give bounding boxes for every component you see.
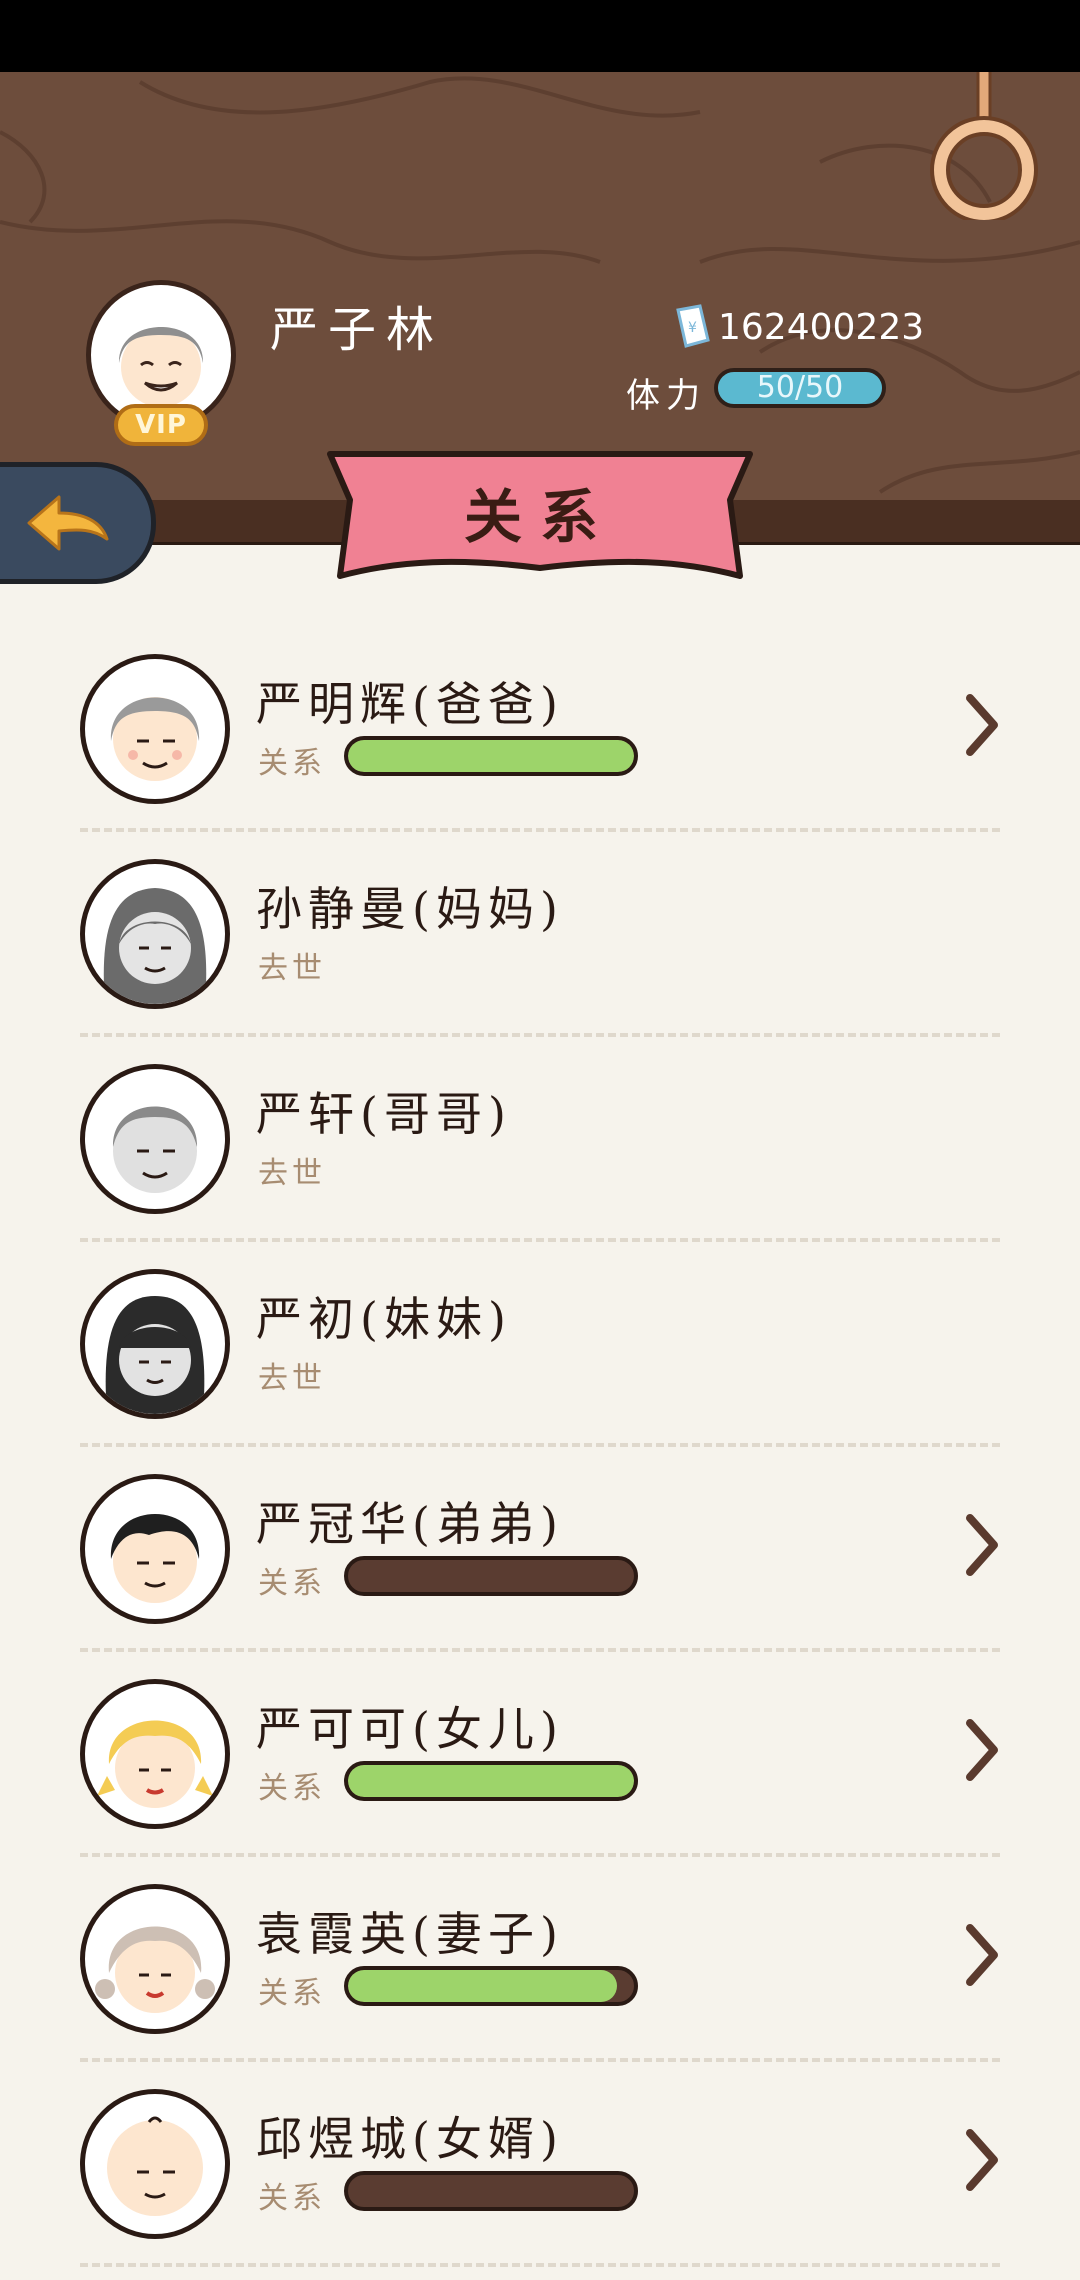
- relation-row-younger-brother[interactable]: 严冠华(弟弟) 关系: [0, 1460, 1080, 1665]
- relation-row-younger-sister: 严初(妹妹) 去世: [0, 1255, 1080, 1460]
- page-title: 关系: [463, 483, 616, 551]
- chevron-right-icon[interactable]: [960, 1510, 1004, 1580]
- relation-row-daughter[interactable]: 严可可(女儿) 关系: [0, 1665, 1080, 1870]
- relation-status-label: 关系: [258, 1976, 326, 2011]
- avatar-father: [80, 654, 230, 804]
- row-divider: [80, 2058, 1000, 2062]
- relation-name: 邱煜城(女婿): [256, 2112, 564, 2166]
- relation-status-deceased: 去世: [258, 1361, 326, 1396]
- relation-status-deceased: 去世: [258, 951, 326, 986]
- relation-status-label: 关系: [258, 2181, 326, 2216]
- relation-bar: [344, 1761, 638, 1801]
- relation-status-deceased: 去世: [258, 1156, 326, 1191]
- row-divider: [80, 2263, 1000, 2267]
- row-divider: [80, 1238, 1000, 1242]
- relation-bar-fill: [348, 1970, 617, 2002]
- relation-bar: [344, 2171, 638, 2211]
- chevron-right-icon[interactable]: [960, 1920, 1004, 1990]
- avatar-younger-sister: [80, 1269, 230, 1419]
- chevron-right-icon[interactable]: [960, 2125, 1004, 2195]
- relation-name: 孙静曼(妈妈): [256, 882, 564, 936]
- stamina-label: 体力: [626, 376, 706, 416]
- avatar-daughter: [80, 1679, 230, 1829]
- relation-row-mother: 孙静曼(妈妈) 去世: [0, 845, 1080, 1050]
- row-divider: [80, 1033, 1000, 1037]
- coin-value: 162400223: [718, 306, 925, 348]
- row-divider: [80, 1853, 1000, 1857]
- relation-bar-fill: [348, 740, 634, 772]
- status-bar: [0, 0, 1080, 72]
- relation-name: 严初(妹妹): [256, 1292, 512, 1346]
- row-divider: [80, 828, 1000, 832]
- player-name: 严子林: [270, 302, 445, 358]
- avatar-older-brother: [80, 1064, 230, 1214]
- money-note-icon: ¥: [676, 304, 710, 348]
- relation-row-older-brother: 严轩(哥哥) 去世: [0, 1050, 1080, 1255]
- row-divider: [80, 1648, 1000, 1652]
- row-divider: [80, 1443, 1000, 1447]
- chevron-right-icon[interactable]: [960, 1715, 1004, 1785]
- avatar-son-in-law: [80, 2089, 230, 2239]
- avatar-wife: [80, 1884, 230, 2034]
- relation-row-wife[interactable]: 袁霞英(妻子) 关系: [0, 1870, 1080, 2075]
- relation-bar: [344, 736, 638, 776]
- stamina-bar: 50/50: [714, 368, 886, 408]
- relation-name: 严冠华(弟弟): [256, 1497, 564, 1551]
- avatar-mother: [80, 859, 230, 1009]
- back-button[interactable]: [0, 462, 156, 584]
- relation-name: 严轩(哥哥): [256, 1087, 512, 1141]
- relation-name: 袁霞英(妻子): [256, 1907, 564, 1961]
- relation-bar-fill: [348, 1765, 634, 1797]
- ring-icon[interactable]: [930, 72, 1040, 220]
- relation-name: 严可可(女儿): [256, 1702, 564, 1756]
- chevron-right-icon[interactable]: [960, 690, 1004, 760]
- relation-status-label: 关系: [258, 746, 326, 781]
- relation-status-label: 关系: [258, 1771, 326, 1806]
- relation-row-son-in-law[interactable]: 邱煜城(女婿) 关系: [0, 2075, 1080, 2280]
- coin-counter: ¥ 162400223: [672, 302, 924, 352]
- relation-name: 严明辉(爸爸): [256, 677, 564, 731]
- relation-row-father[interactable]: 严明辉(爸爸) 关系: [0, 640, 1080, 845]
- relation-bar: [344, 1556, 638, 1596]
- svg-text:¥: ¥: [688, 320, 697, 336]
- vip-badge[interactable]: VIP: [114, 404, 208, 446]
- avatar-younger-brother: [80, 1474, 230, 1624]
- relation-bar: [344, 1966, 638, 2006]
- relation-status-label: 关系: [258, 1566, 326, 1601]
- back-arrow-icon: [27, 495, 109, 551]
